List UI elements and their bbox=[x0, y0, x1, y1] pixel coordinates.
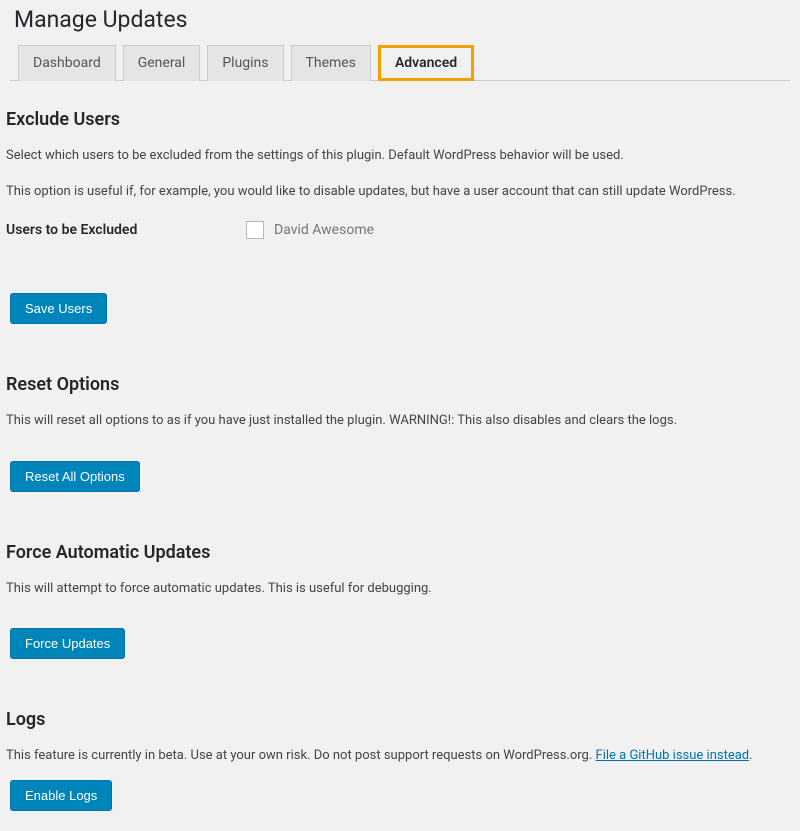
force-updates-desc: This will attempt to force automatic upd… bbox=[6, 579, 790, 599]
logs-desc: This feature is currently in beta. Use a… bbox=[6, 748, 596, 763]
section-force-updates: Force Automatic Updates This will attemp… bbox=[10, 542, 790, 660]
exclude-users-desc-1: Select which users to be excluded from t… bbox=[6, 146, 790, 166]
logs-period: . bbox=[749, 748, 752, 763]
tab-plugins[interactable]: Plugins bbox=[207, 45, 283, 81]
section-logs: Logs This feature is currently in beta. … bbox=[10, 709, 790, 811]
reset-options-desc: This will reset all options to as if you… bbox=[6, 411, 790, 431]
users-excluded-row: Users to be Excluded David Awesome bbox=[6, 221, 790, 239]
tab-general[interactable]: General bbox=[123, 45, 201, 81]
user-checkbox-item: David Awesome bbox=[246, 221, 374, 239]
tab-dashboard[interactable]: Dashboard bbox=[18, 45, 116, 81]
tabs-nav: Dashboard General Plugins Themes Advance… bbox=[10, 45, 790, 81]
force-updates-button[interactable]: Force Updates bbox=[10, 628, 125, 659]
logs-github-link[interactable]: File a GitHub issue instead bbox=[596, 748, 750, 763]
logs-desc-line: This feature is currently in beta. Use a… bbox=[6, 746, 790, 766]
tab-advanced[interactable]: Advanced bbox=[378, 45, 474, 81]
users-excluded-label: Users to be Excluded bbox=[6, 222, 246, 238]
tab-themes[interactable]: Themes bbox=[291, 45, 371, 81]
user-checkbox-david[interactable] bbox=[246, 221, 264, 239]
enable-logs-button[interactable]: Enable Logs bbox=[10, 780, 112, 811]
section-reset-options: Reset Options This will reset all option… bbox=[10, 374, 790, 492]
save-users-button[interactable]: Save Users bbox=[10, 293, 107, 324]
reset-all-options-button[interactable]: Reset All Options bbox=[10, 461, 140, 492]
section-exclude-users: Exclude Users Select which users to be e… bbox=[10, 109, 790, 324]
user-checkbox-label: David Awesome bbox=[274, 222, 374, 238]
reset-options-heading: Reset Options bbox=[6, 374, 790, 395]
logs-heading: Logs bbox=[6, 709, 790, 730]
force-updates-heading: Force Automatic Updates bbox=[6, 542, 790, 563]
page-title: Manage Updates bbox=[10, 0, 790, 45]
exclude-users-desc-2: This option is useful if, for example, y… bbox=[6, 182, 790, 202]
exclude-users-heading: Exclude Users bbox=[6, 109, 790, 130]
